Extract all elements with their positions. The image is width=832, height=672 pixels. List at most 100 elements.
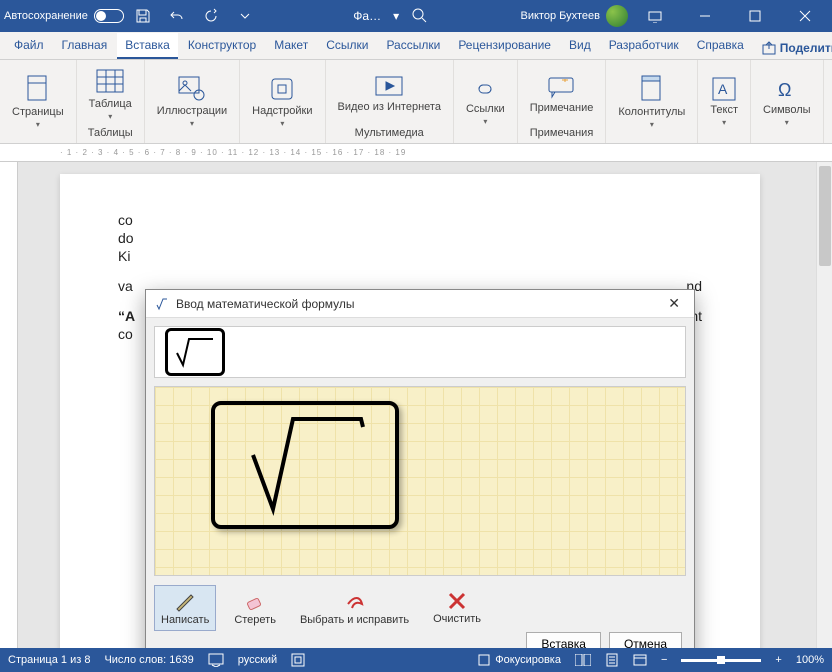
symbols-button[interactable]: Ω Символы▾	[757, 74, 817, 129]
online-video-button[interactable]: Видео из Интернета	[332, 73, 447, 115]
group-symbols: Ω Символы▾	[751, 60, 824, 143]
view-read-icon[interactable]	[575, 654, 591, 666]
tool-write[interactable]: Написать	[154, 585, 216, 631]
dialog-title: Ввод математической формулы	[176, 297, 355, 311]
preview-highlight	[165, 328, 225, 376]
ruler-horizontal[interactable]: · 1 · 2 · 3 · 4 · 5 · 6 · 7 · 8 · 9 · 10…	[0, 144, 832, 162]
tool-clear[interactable]: Очистить	[427, 587, 487, 629]
tab-file[interactable]: Файл	[6, 33, 52, 59]
group-pages: Страницы▾	[0, 60, 77, 143]
maximize-button[interactable]	[732, 0, 778, 32]
ink-canvas[interactable]	[154, 386, 686, 576]
svg-text:A: A	[718, 81, 728, 97]
headerfooter-label: Колонтитулы	[618, 106, 685, 118]
account-button[interactable]: Виктор Бухтеев	[521, 5, 628, 27]
headerfooter-button[interactable]: Колонтитулы▾	[612, 72, 691, 131]
dialog-titlebar[interactable]: Ввод математической формулы ✕	[146, 290, 694, 318]
tab-insert[interactable]: Вставка	[117, 33, 178, 59]
toggle-off-icon[interactable]	[94, 9, 124, 23]
close-button[interactable]	[782, 0, 828, 32]
illustrations-label: Иллюстрации	[157, 105, 227, 117]
focus-mode-button[interactable]: Фокусировка	[477, 653, 561, 667]
status-lang[interactable]: русский	[238, 654, 277, 666]
media-group-label: Мультимедиа	[355, 127, 424, 139]
minimize-button[interactable]	[682, 0, 728, 32]
autosave-toggle[interactable]: Автосохранение	[4, 9, 124, 23]
text-button[interactable]: A Текст▾	[704, 74, 744, 129]
tab-review[interactable]: Рецензирование	[450, 33, 559, 59]
share-label: Поделиться	[780, 41, 832, 55]
tables-group-label: Таблицы	[88, 127, 133, 139]
undo-icon[interactable]	[162, 1, 192, 31]
zoom-out-button[interactable]: −	[661, 654, 667, 666]
ribbon-display-icon[interactable]	[632, 0, 678, 32]
pages-button[interactable]: Страницы▾	[6, 72, 70, 131]
share-button[interactable]: Поделиться	[754, 37, 832, 59]
math-icon	[154, 296, 170, 312]
status-words[interactable]: Число слов: 1639	[104, 654, 193, 666]
comment-label: Примечание	[530, 102, 594, 114]
text-fragment: Ki	[118, 248, 130, 264]
tool-select-correct[interactable]: Выбрать и исправить	[294, 586, 415, 630]
online-video-label: Видео из Интернета	[338, 101, 441, 113]
svg-text:Ω: Ω	[778, 80, 791, 100]
text-fragment: “A	[118, 308, 135, 324]
ruler-vertical[interactable]	[0, 162, 18, 648]
avatar	[606, 5, 628, 27]
view-print-icon[interactable]	[605, 653, 619, 667]
tab-layout[interactable]: Макет	[266, 33, 316, 59]
illustrations-button[interactable]: Иллюстрации▾	[151, 73, 233, 130]
comments-group-label: Примечания	[530, 127, 594, 139]
text-fragment: co	[118, 212, 133, 228]
tool-clear-label: Очистить	[433, 613, 481, 625]
doc-name-dropdown-icon[interactable]: ▾	[393, 9, 399, 23]
scrollbar-thumb[interactable]	[819, 166, 831, 266]
group-text: A Текст▾	[698, 60, 751, 143]
formula-preview	[154, 326, 686, 378]
table-button[interactable]: Таблица▾	[83, 66, 138, 123]
tab-mailings[interactable]: Рассылки	[378, 33, 448, 59]
dialog-buttons: Вставка Отмена	[526, 632, 682, 648]
status-page[interactable]: Страница 1 из 8	[8, 654, 90, 666]
tool-select-label: Выбрать и исправить	[300, 614, 409, 626]
group-media: Видео из Интернета Мультимедиа	[326, 60, 454, 143]
zoom-value[interactable]: 100%	[796, 654, 824, 666]
cancel-button[interactable]: Отмена	[609, 632, 682, 648]
redo-icon[interactable]	[196, 1, 226, 31]
ink-tools: Написать Стереть Выбрать и исправить Очи…	[146, 584, 694, 632]
addins-button[interactable]: Надстройки▾	[246, 73, 318, 130]
pages-label: Страницы	[12, 106, 64, 118]
dialog-close-icon[interactable]: ✕	[662, 295, 686, 312]
title-bar: Автосохранение Фа… ▾ Виктор Бухтеев	[0, 0, 832, 32]
scrollbar-vertical[interactable]	[816, 162, 832, 648]
doc-name[interactable]: Фа…	[353, 9, 381, 23]
macro-icon[interactable]	[291, 653, 305, 667]
text-fragment: do	[118, 230, 134, 246]
qat-customize-icon[interactable]	[230, 1, 260, 31]
group-comments: Примечание Примечания	[518, 60, 607, 143]
tool-erase[interactable]: Стереть	[228, 586, 282, 630]
tab-help[interactable]: Справка	[689, 33, 752, 59]
text-label: Текст	[710, 104, 738, 116]
zoom-slider[interactable]	[681, 659, 761, 662]
comment-button[interactable]: Примечание	[524, 74, 600, 116]
view-web-icon[interactable]	[633, 654, 647, 666]
tab-developer[interactable]: Разработчик	[601, 33, 687, 59]
save-icon[interactable]	[128, 1, 158, 31]
tab-home[interactable]: Главная	[54, 33, 116, 59]
links-button[interactable]: Ссылки▾	[460, 75, 511, 128]
zoom-in-button[interactable]: +	[775, 654, 781, 666]
tool-erase-label: Стереть	[234, 614, 276, 626]
tab-references[interactable]: Ссылки	[318, 33, 376, 59]
autosave-label: Автосохранение	[4, 10, 88, 22]
search-icon[interactable]	[411, 7, 427, 26]
ink-selection-highlight	[211, 401, 399, 529]
tab-view[interactable]: Вид	[561, 33, 599, 59]
text-fragment: va	[118, 278, 133, 294]
spellcheck-icon[interactable]	[208, 653, 224, 667]
tool-write-label: Написать	[161, 614, 209, 626]
math-input-dialog: Ввод математической формулы ✕ Написать	[145, 289, 695, 648]
insert-button[interactable]: Вставка	[526, 632, 601, 648]
symbols-label: Символы	[763, 104, 811, 116]
tab-design[interactable]: Конструктор	[180, 33, 264, 59]
